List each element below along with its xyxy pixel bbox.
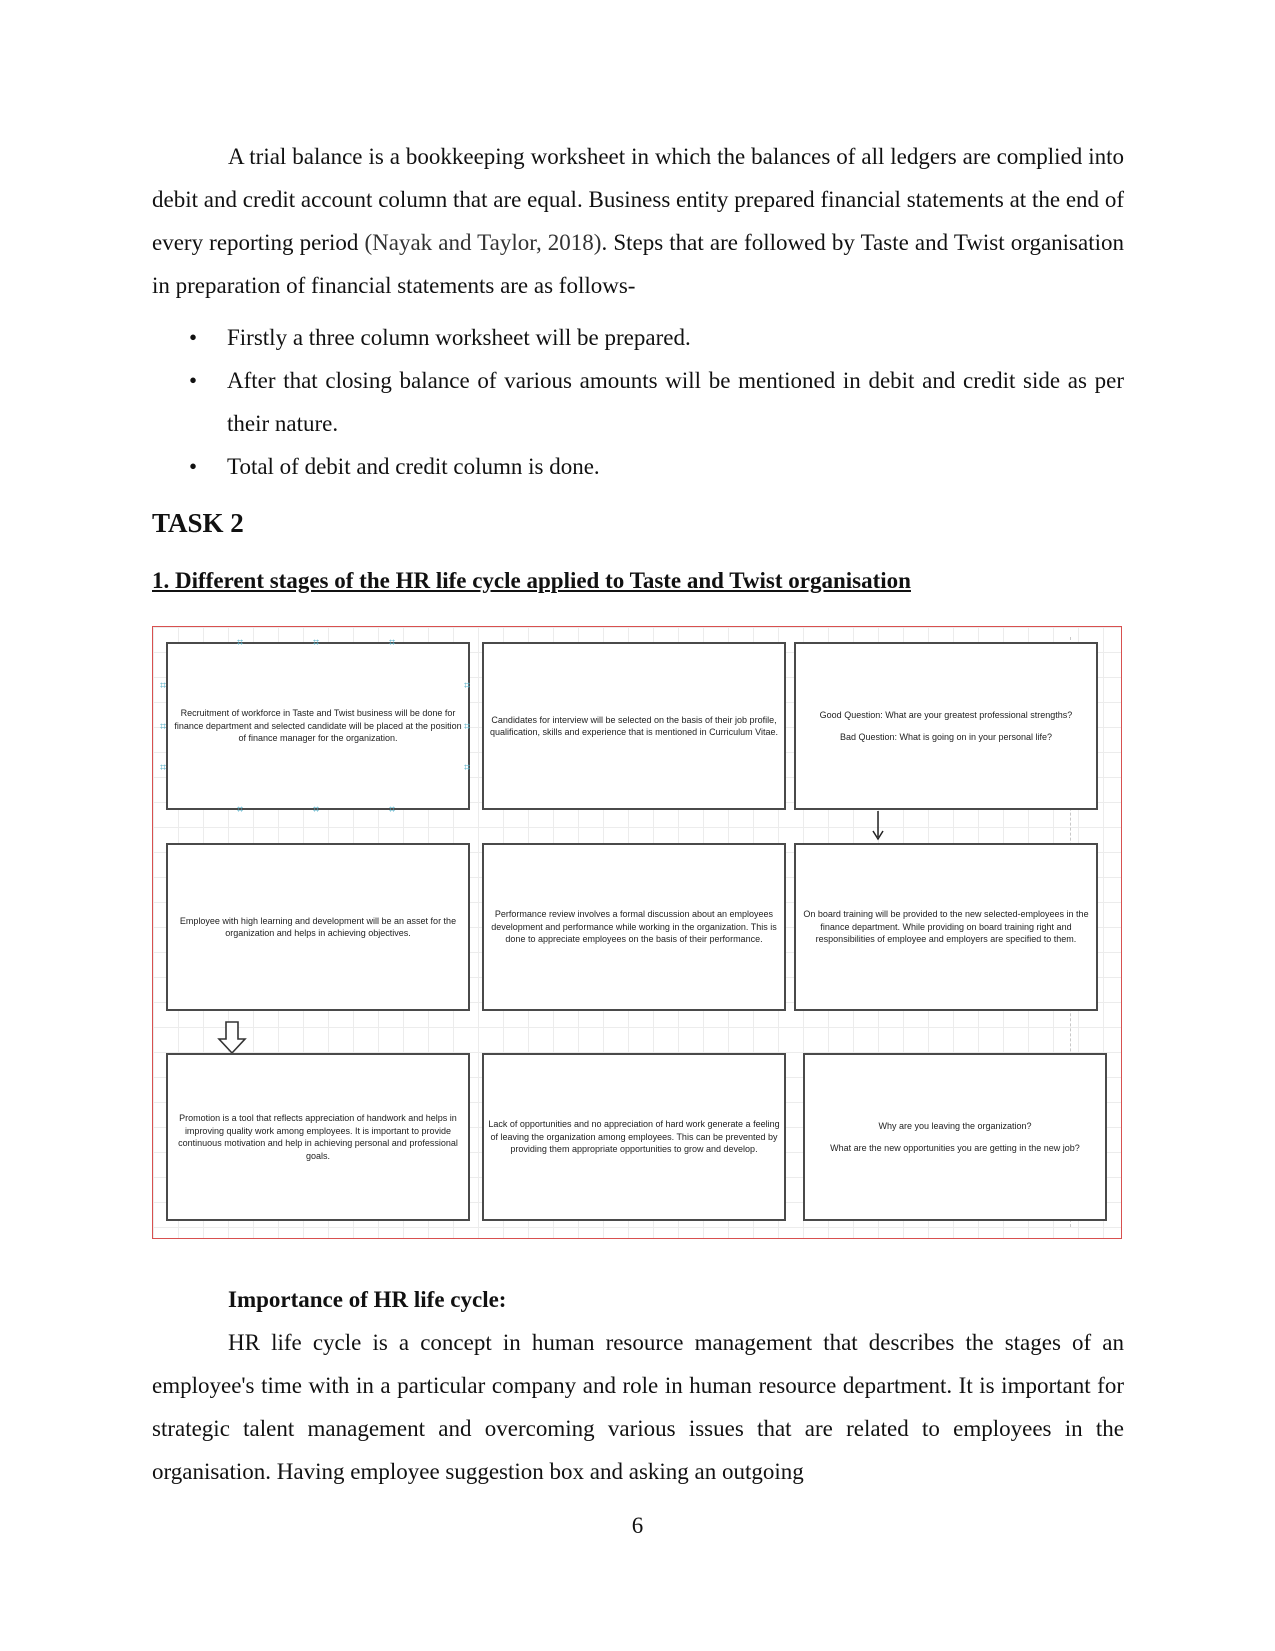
stage-box-exit-interview[interactable]: Why are you leaving the organization? Wh… xyxy=(803,1053,1107,1221)
selection-handle-icon[interactable]: ⌗ xyxy=(464,762,470,773)
bullet-item: • After that closing balance of various a… xyxy=(152,359,1124,445)
bullet-item: • Total of debit and credit column is don… xyxy=(152,445,1124,488)
stage-box-selection[interactable]: Candidates for interview will be selecte… xyxy=(482,642,786,810)
stage-box-retention[interactable]: Lack of opportunities and no appreciatio… xyxy=(482,1053,786,1221)
bullet-icon: • xyxy=(189,454,198,479)
stage-box-promotion[interactable]: Promotion is a tool that reflects apprec… xyxy=(166,1053,470,1221)
page-number: 6 xyxy=(631,1513,644,1538)
document-page: A trial balance is a bookkeeping workshe… xyxy=(0,0,1275,1651)
bullet-icon: • xyxy=(189,325,198,350)
stage-box-performance-review[interactable]: Performance review involves a formal dis… xyxy=(482,843,786,1011)
selection-handle-icon[interactable]: ⌗ xyxy=(237,804,243,815)
importance-heading: Importance of HR life cycle: xyxy=(228,1287,507,1312)
bullet-text: After that closing balance of various am… xyxy=(227,368,1124,436)
selection-handle-icon[interactable]: ⌗ xyxy=(464,721,470,732)
bad-question: Bad Question: What is going on in your p… xyxy=(839,732,1053,742)
exit-question: What are the new opportunities you are g… xyxy=(830,1143,1080,1153)
selection-handle-icon[interactable]: ⌗ xyxy=(389,637,395,648)
block-arrow-down-icon xyxy=(217,1021,247,1055)
arrow-down-icon xyxy=(872,811,884,841)
selection-handle-icon[interactable]: ⌗ xyxy=(313,804,319,815)
bullet-icon: • xyxy=(189,368,198,393)
bullet-item: • Firstly a three column worksheet will b… xyxy=(152,316,1124,359)
bullet-list: • Firstly a three column worksheet will b… xyxy=(152,316,1124,488)
hr-lifecycle-diagram: Recruitment of workforce in Taste and Tw… xyxy=(152,626,1122,1239)
selection-handle-icon[interactable]: ⌗ xyxy=(160,721,166,732)
selection-handle-icon[interactable]: ⌗ xyxy=(160,762,166,773)
section-heading: 1. Different stages of the HR life cycle… xyxy=(152,568,911,593)
stage-text: Employee with high learning and developm… xyxy=(179,915,457,939)
task-title: TASK 2 xyxy=(152,508,244,538)
selection-handle-icon[interactable]: ⌗ xyxy=(313,637,319,648)
intro-paragraph: A trial balance is a bookkeeping workshe… xyxy=(152,135,1124,307)
stage-text: Recruitment of workforce in Taste and Tw… xyxy=(174,708,462,744)
selection-handle-icon[interactable]: ⌗ xyxy=(389,804,395,815)
stage-box-recruitment[interactable]: Recruitment of workforce in Taste and Tw… xyxy=(166,642,470,810)
stage-text: Lack of opportunities and no appreciatio… xyxy=(488,1119,780,1155)
citation: (Nayak and Taylor, 2018) xyxy=(364,230,602,255)
selection-handle-icon[interactable]: ⌗ xyxy=(464,680,470,691)
bullet-text: Firstly a three column worksheet will be… xyxy=(227,325,691,350)
stage-box-learning-development[interactable]: Employee with high learning and developm… xyxy=(166,843,470,1011)
stage-text: On board training will be provided to th… xyxy=(803,909,1089,945)
selection-handle-icon[interactable]: ⌗ xyxy=(160,680,166,691)
stage-text: Promotion is a tool that reflects apprec… xyxy=(178,1113,458,1161)
exit-question: Why are you leaving the organization? xyxy=(878,1120,1032,1131)
stage-box-onboarding[interactable]: On board training will be provided to th… xyxy=(794,843,1098,1011)
stage-box-interview-questions[interactable]: Good Question: What are your greatest pr… xyxy=(794,642,1098,810)
stage-text: Candidates for interview will be selecte… xyxy=(490,714,778,738)
bullet-text: Total of debit and credit column is done… xyxy=(227,454,600,479)
stage-text: Performance review involves a formal dis… xyxy=(491,909,777,945)
importance-paragraph: HR life cycle is a concept in human reso… xyxy=(152,1330,1124,1484)
good-question: Good Question: What are your greatest pr… xyxy=(819,709,1073,720)
selection-handle-icon[interactable]: ⌗ xyxy=(237,637,243,648)
